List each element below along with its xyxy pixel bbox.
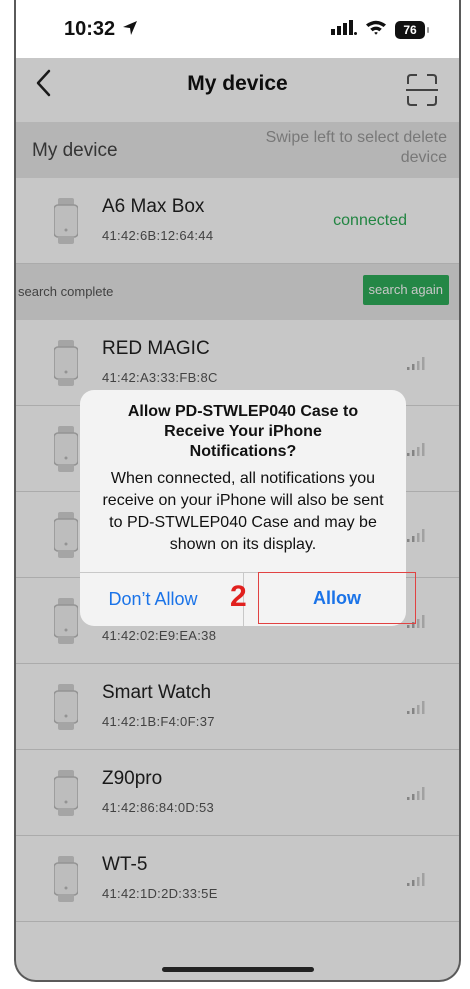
- step-marker: 2: [230, 580, 247, 613]
- status-time: 10:32: [64, 18, 116, 40]
- location-arrow-icon: [122, 20, 138, 41]
- notification-permission-dialog: Allow PD-STWLEP040 Case to Receive Your …: [80, 390, 416, 626]
- home-indicator: [161, 967, 314, 972]
- dont-allow-button[interactable]: Don’t Allow: [80, 573, 226, 626]
- wifi-icon: [365, 19, 387, 40]
- dialog-title: Allow PD-STWLEP040 Case to Receive Your …: [127, 403, 359, 460]
- dialog-message: When connected, all notifications you re…: [102, 470, 384, 553]
- battery-icon: 76: [395, 20, 429, 39]
- cellular-signal-icon: [331, 19, 357, 40]
- status-icons: 76: [331, 19, 429, 40]
- phone-screen: 10:32 76 My device My device Swipe left …: [14, 0, 461, 982]
- allow-button[interactable]: Allow: [258, 572, 416, 624]
- status-bar: 10:32 76: [16, 0, 459, 58]
